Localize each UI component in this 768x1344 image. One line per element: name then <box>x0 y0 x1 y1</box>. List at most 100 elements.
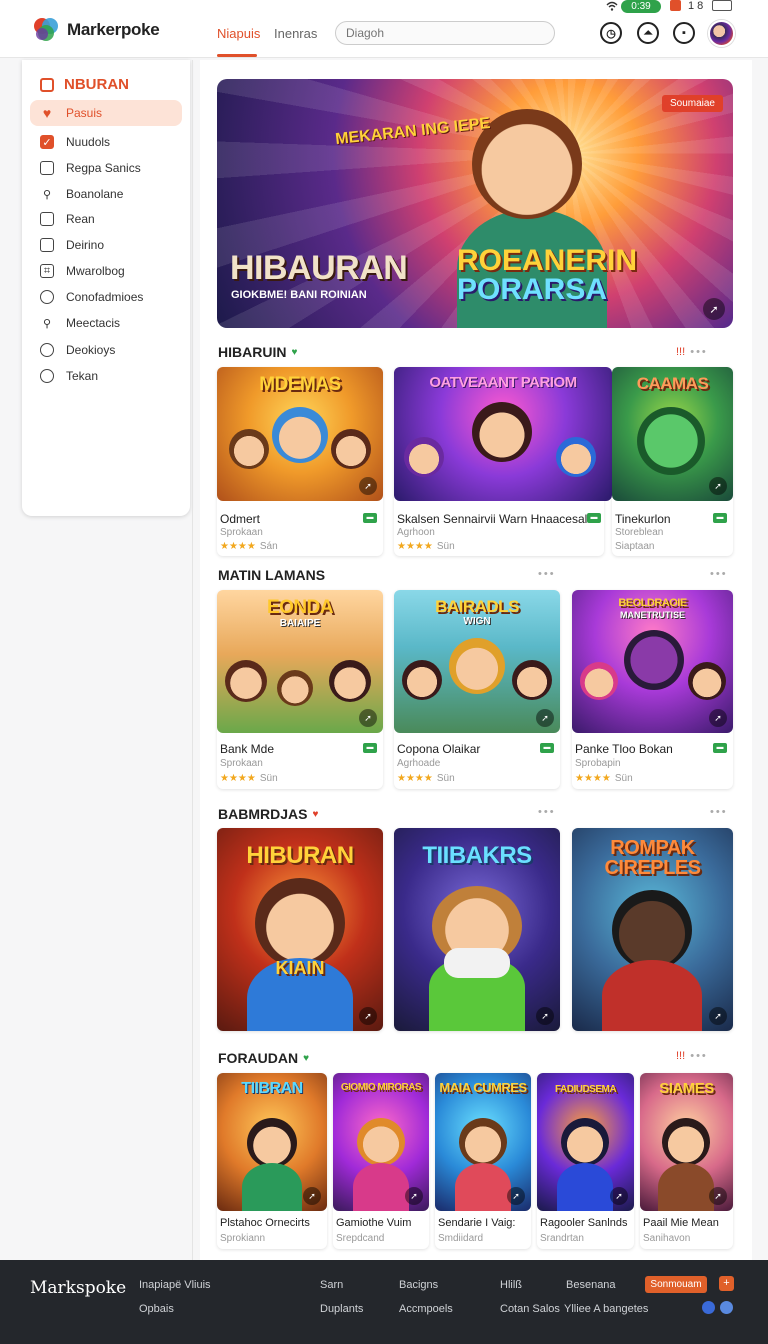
game-card[interactable]: GIOMIO MIRORAS ➚ Gamiothe Vuim Srepdcand <box>333 1073 429 1249</box>
game-card[interactable]: BEOLDRAOIE MANETRUTISE ➚ Panke Tloo Boka… <box>572 590 733 789</box>
social-icon[interactable] <box>702 1301 715 1314</box>
section-more-button[interactable]: ••• <box>538 568 556 580</box>
game-name: Bank Mde <box>220 742 275 756</box>
section-title-matin-lamans: MATIN LAMANS <box>218 567 325 583</box>
sidebar-item-regpa-sanics[interactable]: Regpa Sanics <box>30 155 182 181</box>
top-header: Markerpoke Niapuis Inenras 0:39 1 8 ◷ ⏶ … <box>0 0 768 58</box>
add-icon[interactable]: + <box>719 1276 734 1291</box>
play-icon[interactable]: ➚ <box>709 1007 727 1025</box>
chat-icon <box>40 343 54 357</box>
search-input[interactable] <box>335 21 555 45</box>
game-name: Copona Olaikar <box>397 742 481 756</box>
game-card[interactable]: HIBURAN KIAIN ➚ <box>217 828 383 1031</box>
section-more-button[interactable]: ••• <box>710 568 728 580</box>
sidebar-item-deirino[interactable]: Deirino <box>30 232 182 258</box>
game-thumbnail: HIBURAN KIAIN ➚ <box>217 828 383 1031</box>
sidebar-item-conofadmioes[interactable]: Conofadmioes <box>30 284 182 310</box>
footer-link[interactable]: Inapiapë Vliuis <box>139 1279 211 1291</box>
clock-icon[interactable]: ◷ <box>600 22 622 44</box>
game-card[interactable]: ROMPAK CIREPLES ➚ <box>572 828 733 1031</box>
section-more-button[interactable]: !!! ••• <box>676 1050 708 1062</box>
section-title-text: FORAUDAN <box>218 1050 299 1066</box>
game-card[interactable]: TIIBAKRS ➚ <box>394 828 560 1031</box>
art-title: ROMPAK CIREPLES <box>604 837 701 879</box>
game-name: Skalsen Sennairvii Warn Hnaacesal <box>397 512 588 526</box>
footer-link[interactable]: Cotan Salos <box>500 1303 560 1315</box>
section-more-button[interactable]: ••• <box>538 806 556 818</box>
sidebar-item-meectacis[interactable]: ⚲ Meectacis <box>30 310 182 336</box>
footer-cta-button[interactable]: Sonmouam <box>645 1276 707 1293</box>
game-card[interactable]: MAIA CUMRES ➚ Sendarie I Vaig: Smdiidard <box>435 1073 531 1249</box>
hero-badge[interactable]: Soumaiae <box>661 95 723 112</box>
game-thumbnail: EONDA BAIAIPE ➚ <box>217 590 383 733</box>
footer-link[interactable]: Duplants <box>320 1303 363 1315</box>
footer-link[interactable]: Hlilß <box>500 1279 522 1291</box>
sidebar-item-label: Conofadmioes <box>66 290 144 304</box>
game-card[interactable]: BAIRADLS WIGN ➚ Copona Olaikar ▬ Agrhoad… <box>394 590 560 789</box>
footer-link[interactable]: Opbais <box>139 1303 174 1315</box>
play-icon[interactable]: ➚ <box>536 1007 554 1025</box>
game-name: Tinekurlon <box>615 512 671 526</box>
hero-game-line-1: ROEANERIN <box>457 244 638 277</box>
game-studio: Srepdcand <box>336 1233 385 1244</box>
play-icon[interactable]: ➚ <box>303 1187 321 1205</box>
play-icon[interactable]: ➚ <box>709 477 727 495</box>
footer-link[interactable]: Bacigns <box>399 1279 438 1291</box>
sidebar-item-rean[interactable]: Rean <box>30 206 182 232</box>
bookmark-icon[interactable]: ▪ <box>673 22 695 44</box>
status-text: 1 8 <box>688 0 704 12</box>
sidebar-item-boanolane[interactable]: ⚲ Boanolane <box>30 181 182 207</box>
play-icon[interactable]: ➚ <box>359 477 377 495</box>
app-name[interactable]: Markerpoke <box>67 20 160 40</box>
social-icon[interactable] <box>720 1301 733 1314</box>
user-icon[interactable]: ⏶ <box>637 22 659 44</box>
sidebar-item-nuudols[interactable]: ✓ Nuudols <box>30 129 182 155</box>
art-title: MAIA CUMRES <box>439 1080 527 1095</box>
sidebar-item-pasuis[interactable]: ♥ Pasuis <box>30 100 182 126</box>
hero-banner[interactable]: MEKARAN ING IEPE Soumaiae HIBAURAN GIOKB… <box>217 79 733 328</box>
play-icon[interactable]: ➚ <box>405 1187 423 1205</box>
section-more-button[interactable]: ••• <box>710 806 728 818</box>
play-icon[interactable]: ➚ <box>610 1187 628 1205</box>
tab-inenras[interactable]: Inenras <box>274 26 317 41</box>
app-logo-icon[interactable] <box>32 16 60 44</box>
game-card[interactable]: MDEMAS ➚ Odmert ▬ Sprokaan ★★★★ Sán <box>217 367 383 556</box>
game-card[interactable]: CAAMAS ➚ Tinekurlon ▬ Storeblean Siaptaa… <box>612 367 733 556</box>
footer-link[interactable]: Ylliee A bangetes <box>564 1303 648 1315</box>
play-icon[interactable]: ➚ <box>507 1187 525 1205</box>
sidebar-item-label: Rean <box>66 212 95 226</box>
game-studio: Agrhoade <box>397 758 441 769</box>
play-icon[interactable]: ➚ <box>709 1187 727 1205</box>
sidebar-item-mwarolbog[interactable]: ⌗ Mwarolbog <box>30 258 182 284</box>
play-icon[interactable]: ➚ <box>359 1007 377 1025</box>
art-subtitle: BAIAIPE <box>279 618 321 629</box>
sidebar-item-tekan[interactable]: Tekan <box>30 363 182 389</box>
footer-logo[interactable]: Markspoke <box>30 1278 126 1298</box>
tab-niapuis[interactable]: Niapuis <box>217 26 260 41</box>
heart-icon: ♥ <box>42 105 52 121</box>
sidebar-item-label: Meectacis <box>66 316 121 330</box>
game-rating: ★★★★ Sün <box>397 773 455 784</box>
play-icon[interactable]: ➚ <box>703 298 725 320</box>
game-card[interactable]: SIAMES ➚ Paail Mie Mean Sanihavon <box>640 1073 733 1249</box>
user-avatar[interactable] <box>708 20 735 47</box>
footer-link[interactable]: Sarn <box>320 1279 343 1291</box>
game-thumbnail: MDEMAS ➚ <box>217 367 383 501</box>
art-title: TIIBRAN <box>241 1080 303 1097</box>
group-icon <box>40 369 54 383</box>
play-icon[interactable]: ➚ <box>359 709 377 727</box>
play-icon[interactable]: ➚ <box>536 709 554 727</box>
art-title: HIBURAN <box>246 842 354 869</box>
play-icon[interactable]: ➚ <box>709 709 727 727</box>
sidebar-item-deokioys[interactable]: Deokioys <box>30 337 182 363</box>
art-title: BEOLDRAOIE <box>618 597 687 609</box>
game-card[interactable]: TIIBRAN ➚ Plstahoc Ornecirts Sprokiann <box>217 1073 327 1249</box>
hero-title: HIBAURAN <box>230 249 408 287</box>
notification-status-icon <box>670 0 681 11</box>
footer-link[interactable]: Besenana <box>566 1279 616 1291</box>
game-card[interactable]: FADIUDSEMA ➚ Ragooler Sanlnds Srandrtan <box>537 1073 634 1249</box>
section-more-button[interactable]: !!! ••• <box>676 346 708 358</box>
game-card[interactable]: EONDA BAIAIPE ➚ Bank Mde ▬ Sprokaan ★★★★… <box>217 590 383 789</box>
footer-link[interactable]: Accmpoels <box>399 1303 453 1315</box>
game-card[interactable]: OATVEAANT PARIOM Skalsen Sennairvii Warn… <box>394 367 612 556</box>
